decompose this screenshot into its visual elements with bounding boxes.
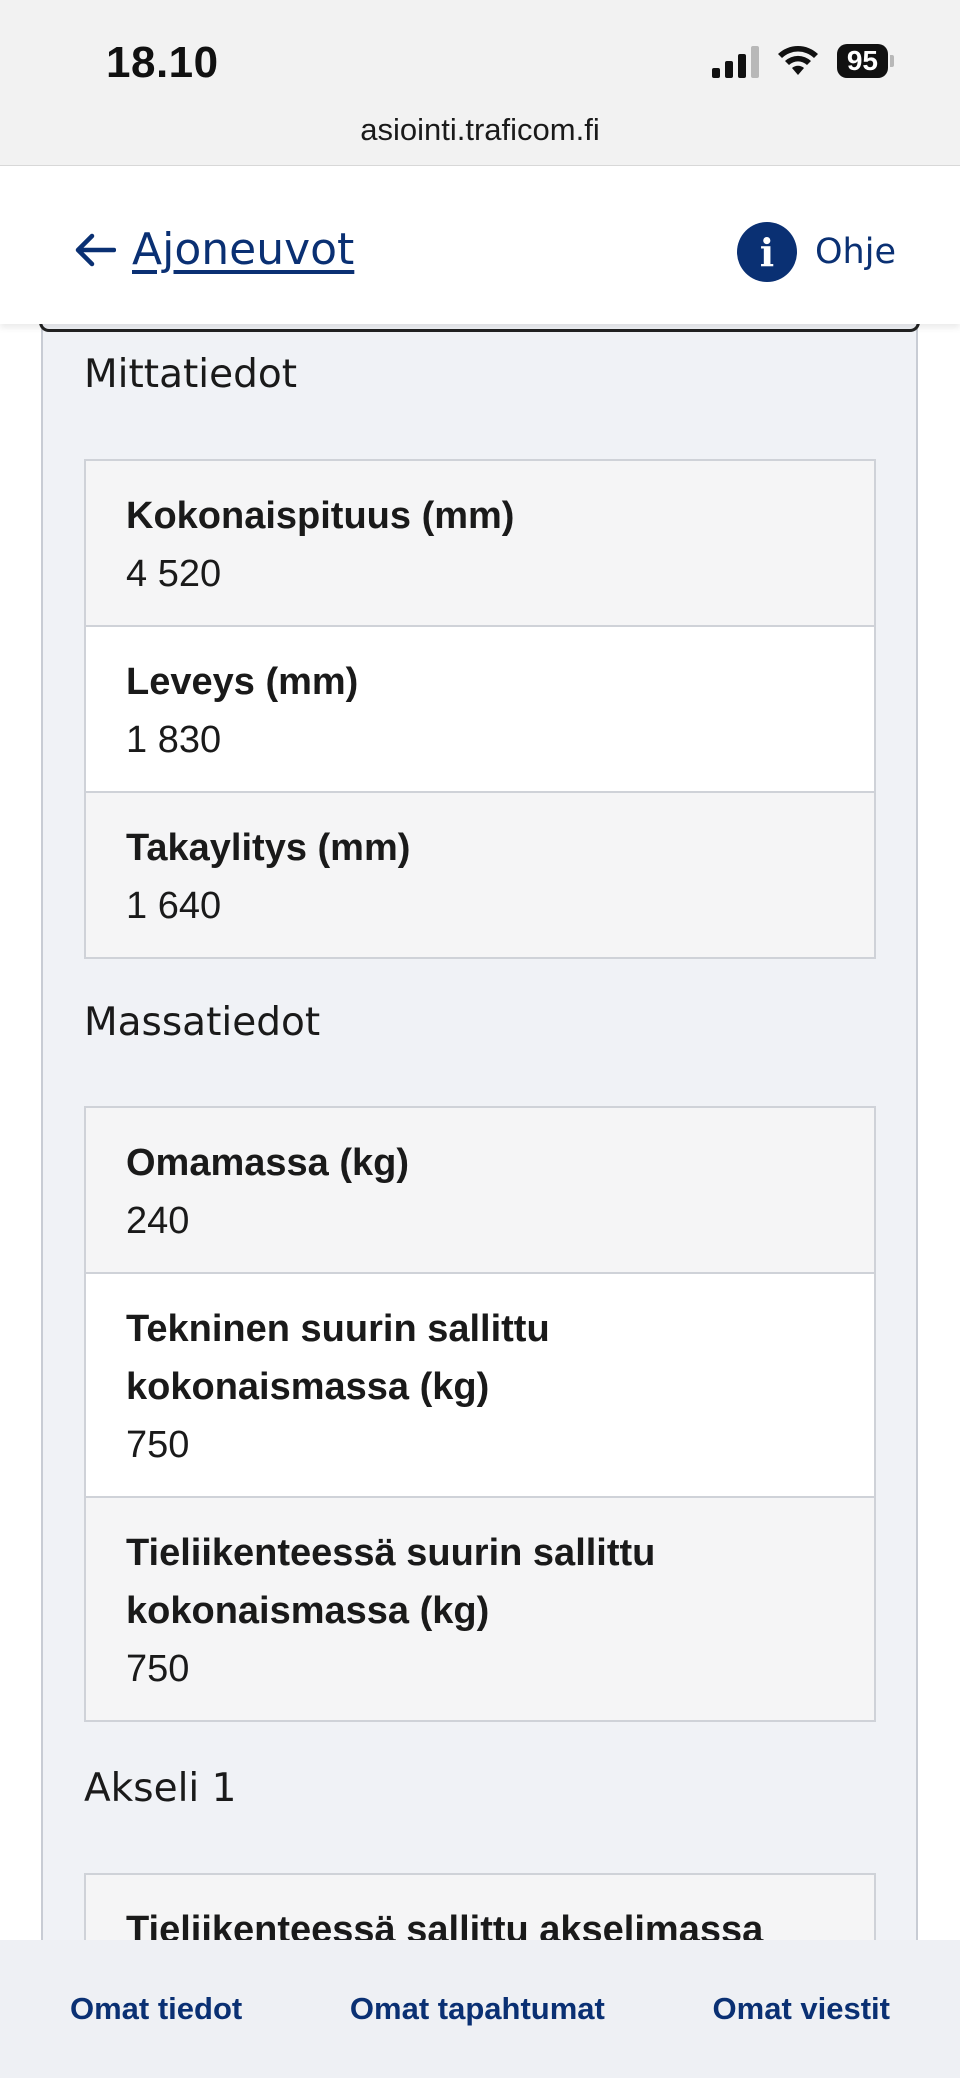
table-row: Omamassa (kg) 240 [86, 1108, 874, 1272]
table-row: Leveys (mm) 1 830 [86, 625, 874, 791]
dimensions-table: Kokonaispituus (mm) 4 520 Leveys (mm) 1 … [84, 459, 876, 959]
table-row: Takaylitys (mm) 1 640 [86, 791, 874, 957]
nav-omat-tiedot[interactable]: Omat tiedot [70, 1991, 242, 2027]
arrow-left-icon [75, 233, 116, 266]
row-label-line-1: Tekninen suurin sallittu [126, 1308, 550, 1350]
row-label: Leveys (mm) [126, 661, 359, 703]
wifi-icon [777, 46, 818, 75]
nav-omat-tapahtumat[interactable]: Omat tapahtumat [350, 1991, 605, 2027]
battery-icon: 95 [836, 44, 894, 78]
battery-level: 95 [836, 44, 888, 78]
table-row: Tieliikenteessä suurin sallittu kokonais… [86, 1496, 874, 1720]
row-value: 240 [126, 1200, 190, 1242]
row-label: Takaylitys (mm) [126, 827, 411, 869]
back-link-label: Ajoneuvot [132, 224, 355, 275]
section-title-masses: Massatiedot [84, 1000, 321, 1045]
row-value: 1 640 [126, 885, 222, 927]
url-text: asiointi.traficom.fi [360, 112, 600, 147]
row-value: 750 [126, 1424, 190, 1466]
row-label-line-2: kokonaismassa (kg) [126, 1590, 490, 1632]
section-title-axle-1: Akseli 1 [84, 1766, 237, 1811]
status-bar: 18.10 95 [0, 0, 960, 110]
url-bar[interactable]: asiointi.traficom.fi [0, 110, 960, 166]
nav-omat-viestit[interactable]: Omat viestit [713, 1991, 890, 2027]
help-label: Ohje [815, 232, 896, 272]
row-value: 4 520 [126, 553, 222, 595]
help-button[interactable]: i Ohje [737, 222, 896, 282]
status-icons: 95 [711, 44, 894, 78]
back-link[interactable]: Ajoneuvot [72, 224, 354, 275]
bottom-navigation: Omat tiedot Omat tapahtumat Omat viestit [0, 1940, 960, 2078]
row-value: 750 [126, 1648, 190, 1690]
row-value: 1 830 [126, 719, 222, 761]
app-header: Ajoneuvot i Ohje [0, 166, 960, 324]
row-label: Omamassa (kg) [126, 1142, 410, 1184]
section-title-dimensions: Mittatiedot [84, 352, 297, 397]
info-icon: i [737, 222, 797, 282]
row-label-line-2: kokonaismassa (kg) [126, 1366, 490, 1408]
table-row: Kokonaispituus (mm) 4 520 [86, 461, 874, 625]
table-row: Tekninen suurin sallittu kokonaismassa (… [86, 1272, 874, 1496]
masses-table: Omamassa (kg) 240 Tekninen suurin sallit… [84, 1106, 876, 1722]
row-label: Kokonaispituus (mm) [126, 495, 515, 537]
status-time: 18.10 [106, 38, 219, 87]
cellular-signal-icon [711, 44, 759, 78]
row-label-line-1: Tieliikenteessä suurin sallittu [126, 1532, 656, 1574]
